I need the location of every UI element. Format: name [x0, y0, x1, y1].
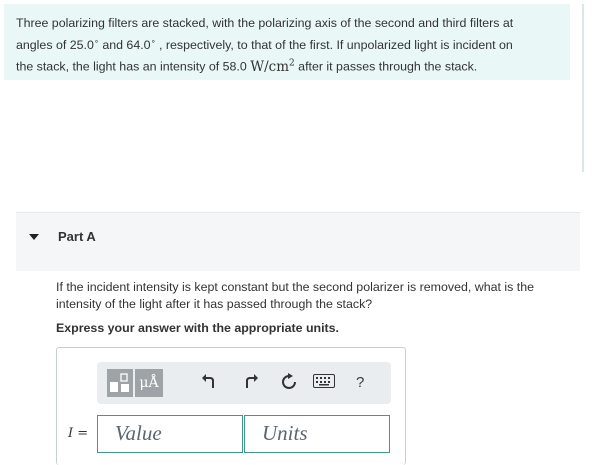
intensity-unit: W/cm2 [250, 58, 295, 75]
problem-line-3: the stack, the light has an intensity of… [16, 58, 478, 75]
reset-icon[interactable] [280, 373, 298, 396]
undo-icon[interactable] [201, 373, 217, 396]
instruction-text: Express your answer with the appropriate… [56, 321, 339, 335]
keyboard-icon[interactable] [313, 373, 335, 393]
question-text: If the incident intensity is kept consta… [56, 280, 534, 311]
units-button[interactable]: μÅ [135, 369, 163, 397]
part-a-header[interactable]: Part A [16, 212, 580, 271]
redo-icon[interactable] [243, 373, 259, 396]
page-divider [582, 4, 584, 172]
answer-panel: μÅ ? I = Value Units [56, 347, 406, 465]
templates-button[interactable] [107, 369, 133, 397]
templates-icon [110, 373, 129, 392]
problem-line-1: Three polarizing filters are stacked, wi… [16, 16, 514, 30]
variable-label: I = [68, 426, 89, 441]
collapse-triangle-icon[interactable] [29, 234, 39, 240]
problem-statement: Three polarizing filters are stacked, wi… [4, 4, 570, 80]
units-input[interactable]: Units [244, 415, 390, 453]
problem-line-2: angles of 25.0∘ and 64.0∘ , respectively… [16, 36, 513, 52]
part-title: Part A [58, 229, 96, 244]
help-button[interactable]: ? [356, 373, 364, 393]
math-toolbar: μÅ ? [97, 362, 391, 404]
value-input[interactable]: Value [97, 415, 243, 453]
